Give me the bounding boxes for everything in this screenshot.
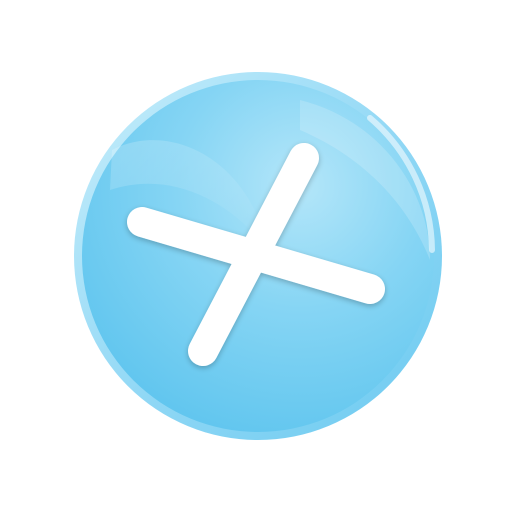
close-icon [74, 72, 442, 440]
canvas [0, 0, 512, 512]
close-button[interactable] [0, 0, 512, 512]
